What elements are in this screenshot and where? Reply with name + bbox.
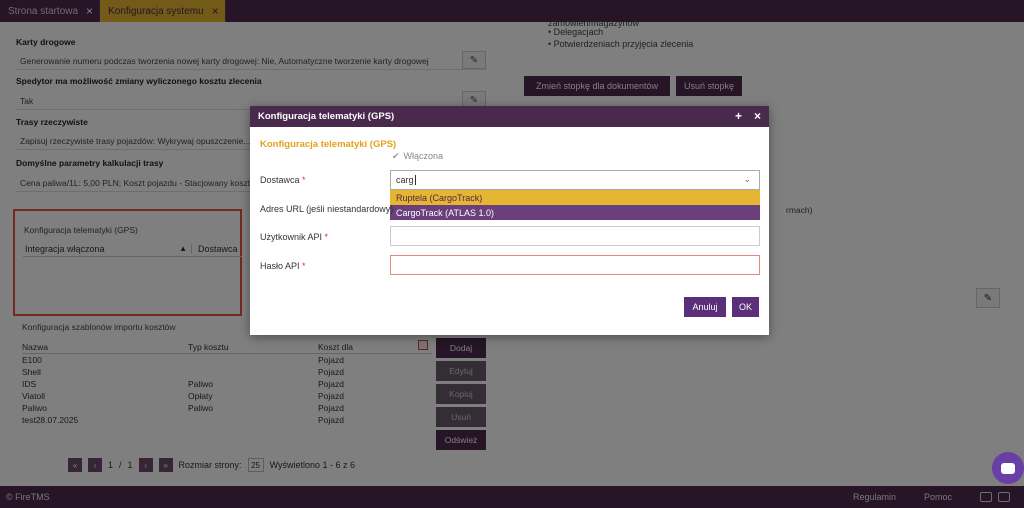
dropdown-option[interactable]: Ruptela (CargoTrack)	[390, 190, 760, 205]
provider-select[interactable]: carg ⌄	[390, 170, 760, 190]
required-mark: *	[324, 232, 329, 242]
chat-icon	[1001, 462, 1015, 474]
required-mark: *	[302, 175, 306, 185]
enabled-checkbox[interactable]: ✔ Włączona	[392, 151, 443, 162]
provider-label: Dostawca *	[260, 175, 306, 185]
label-text: Hasło API	[260, 261, 300, 271]
dropdown-option[interactable]: CargoTrack (ATLAS 1.0)	[390, 205, 760, 220]
ok-button[interactable]: OK	[732, 297, 759, 317]
url-label: Adres URL (jeśli niestandardowy)	[260, 204, 394, 214]
dialog-title: Konfiguracja telematyki (GPS)	[258, 111, 395, 122]
dialog-subtitle: Konfiguracja telematyki (GPS)	[260, 139, 397, 150]
telematics-dialog: Konfiguracja telematyki (GPS) + × Konfig…	[250, 106, 769, 335]
checkmark-icon: ✔	[392, 151, 400, 161]
text-cursor	[414, 175, 416, 185]
provider-input-value: carg	[396, 175, 414, 185]
chat-widget-button[interactable]	[992, 452, 1024, 484]
api-password-input[interactable]	[390, 255, 760, 275]
provider-dropdown: Ruptela (CargoTrack) CargoTrack (ATLAS 1…	[390, 190, 760, 220]
checkbox-label: Włączona	[403, 151, 444, 161]
close-icon[interactable]: ×	[754, 109, 761, 123]
maximize-icon[interactable]: +	[735, 109, 742, 123]
api-password-label: Hasło API *	[260, 261, 306, 271]
label-text: Użytkownik API	[260, 232, 323, 242]
api-user-input[interactable]	[390, 226, 760, 246]
label-text: Dostawca	[260, 175, 300, 185]
required-mark: *	[302, 261, 306, 271]
api-user-label: Użytkownik API *	[260, 232, 328, 242]
cancel-button[interactable]: Anuluj	[684, 297, 726, 317]
dialog-title-bar: Konfiguracja telematyki (GPS) + ×	[250, 106, 769, 127]
chevron-down-icon[interactable]: ⌄	[743, 174, 751, 185]
